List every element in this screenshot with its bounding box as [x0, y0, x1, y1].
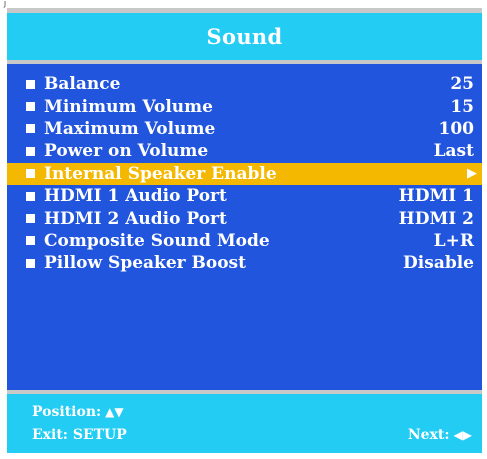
bullet-icon [26, 236, 35, 246]
bullet-icon [26, 79, 35, 89]
menu-item-value: 100 [438, 118, 475, 139]
up-down-arrows-icon: ▲▼ [105, 405, 124, 419]
exit-label: Exit: SETUP [32, 427, 127, 443]
menu-item-power-on-volume[interactable]: Power on Volume Last [7, 140, 482, 162]
arrow-right-icon: ▶ [467, 166, 477, 182]
corner-mark: J [4, 0, 7, 8]
menu-list: Balance 25 Minimum Volume 15 Maximum Vol… [7, 73, 482, 275]
menu-item-label: Pillow Speaker Boost [44, 253, 246, 274]
menu-item-value: L+R [433, 230, 474, 251]
bullet-icon [26, 258, 35, 268]
menu-item-hdmi-2-audio-port[interactable]: HDMI 2 Audio Port HDMI 2 [7, 207, 482, 229]
menu-item-label: Maximum Volume [44, 118, 216, 139]
menu-item-label: Minimum Volume [44, 96, 213, 117]
menu-item-value: 25 [450, 74, 474, 95]
footer-position-row: Position: ▲▼ [7, 404, 482, 420]
menu-item-minimum-volume[interactable]: Minimum Volume 15 [7, 95, 482, 117]
bullet-icon [26, 169, 35, 179]
menu-item-value: Last [433, 141, 474, 162]
bullet-icon [26, 191, 35, 201]
bullet-icon [26, 124, 35, 134]
footer-exit-row: Exit: SETUP Next: ◀▶ [7, 427, 482, 443]
menu-item-internal-speaker-enable[interactable]: Internal Speaker Enable ▶ [7, 162, 482, 185]
menu-panel: Balance 25 Minimum Volume 15 Maximum Vol… [7, 64, 482, 390]
menu-item-value: Disable [403, 253, 474, 274]
bullet-icon [26, 214, 35, 224]
sound-osd-menu: Sound Balance 25 Minimum Volume 15 Maxim… [7, 8, 482, 453]
menu-item-label: Balance [44, 74, 121, 95]
next-label: Next: [407, 427, 450, 443]
menu-item-label: HDMI 1 Audio Port [44, 186, 227, 207]
title-bar: Sound [7, 13, 482, 60]
bullet-icon [26, 102, 35, 112]
menu-item-balance[interactable]: Balance 25 [7, 73, 482, 95]
page-title: Sound [206, 24, 283, 49]
menu-item-composite-sound-mode[interactable]: Composite Sound Mode L+R [7, 230, 482, 252]
position-label: Position: [32, 404, 102, 420]
menu-item-hdmi-1-audio-port[interactable]: HDMI 1 Audio Port HDMI 1 [7, 185, 482, 207]
menu-item-pillow-speaker-boost[interactable]: Pillow Speaker Boost Disable [7, 252, 482, 274]
menu-item-value: HDMI 1 [398, 186, 474, 207]
menu-item-label: Internal Speaker Enable [44, 163, 277, 184]
menu-item-label: Power on Volume [44, 141, 209, 162]
menu-item-value: 15 [450, 96, 474, 117]
menu-item-maximum-volume[interactable]: Maximum Volume 100 [7, 118, 482, 140]
menu-item-label: Composite Sound Mode [44, 230, 270, 251]
bullet-icon [26, 146, 35, 156]
menu-item-label: HDMI 2 Audio Port [44, 208, 227, 229]
left-right-arrows-icon: ◀▶ [453, 428, 472, 442]
menu-item-value: HDMI 2 [398, 208, 474, 229]
footer-help: Position: ▲▼ Exit: SETUP Next: ◀▶ [7, 394, 482, 453]
